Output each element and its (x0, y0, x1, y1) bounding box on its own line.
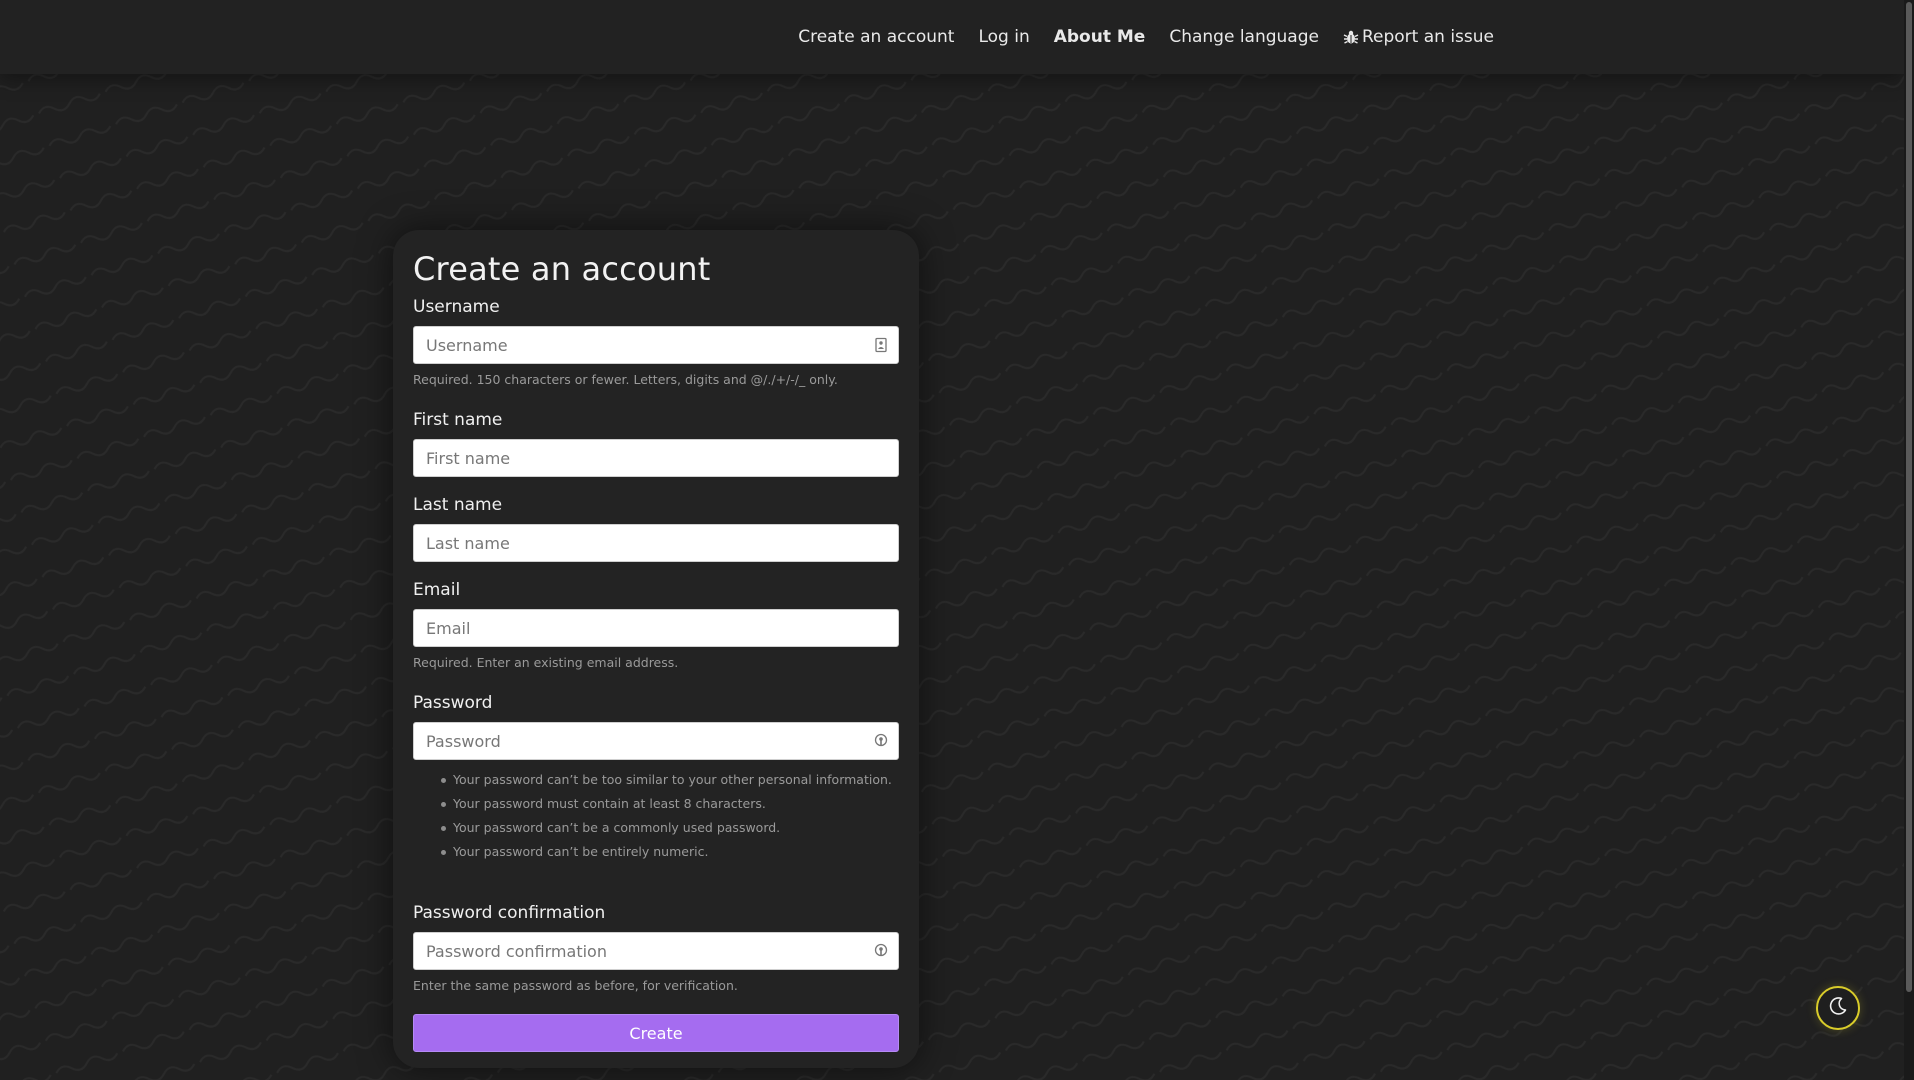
email-field-wrap (413, 609, 899, 647)
nav-report-issue-label: Report an issue (1361, 27, 1494, 47)
password-rule: Your password can’t be a commonly used p… (439, 816, 899, 840)
theme-toggle-button[interactable] (1816, 986, 1860, 1030)
page-scrollbar[interactable] (1904, 0, 1914, 1080)
username-input[interactable] (413, 326, 899, 364)
username-field-wrap (413, 326, 899, 364)
email-input[interactable] (413, 609, 899, 647)
create-button[interactable]: Create (413, 1014, 899, 1052)
last-name-field-wrap (413, 524, 899, 562)
signup-card: Create an account Username Required. 150… (393, 230, 919, 1068)
last-name-input[interactable] (413, 524, 899, 562)
first-name-input[interactable] (413, 439, 899, 477)
password-confirmation-label: Password confirmation (413, 903, 606, 923)
scrollbar-thumb[interactable] (1906, 2, 1912, 992)
bug-icon (1343, 29, 1359, 45)
page-title: Create an account (413, 250, 711, 288)
last-name-label: Last name (413, 495, 503, 515)
nav-log-in[interactable]: Log in (978, 27, 1029, 47)
background-pattern (0, 0, 1904, 1080)
password-input[interactable] (413, 722, 899, 760)
password-confirmation-field-wrap (413, 932, 899, 970)
moon-icon (1827, 995, 1849, 1021)
contact-card-icon[interactable] (873, 337, 889, 353)
first-name-label: First name (413, 410, 503, 430)
email-help: Required. Enter an existing email addres… (413, 655, 679, 670)
username-help: Required. 150 characters or fewer. Lette… (413, 372, 838, 387)
password-rule: Your password can’t be entirely numeric. (439, 840, 899, 864)
nav-create-account[interactable]: Create an account (798, 27, 954, 47)
password-manager-icon[interactable] (873, 733, 889, 749)
password-confirmation-input[interactable] (413, 932, 899, 970)
password-field-wrap (413, 722, 899, 760)
nav-about-me[interactable]: About Me (1054, 27, 1146, 47)
top-navbar: Create an account Log in About Me Change… (0, 0, 1904, 74)
password-rule: Your password can’t be too similar to yo… (439, 768, 899, 792)
nav-report-issue[interactable]: Report an issue (1343, 27, 1494, 47)
password-manager-icon[interactable] (873, 943, 889, 959)
email-label: Email (413, 580, 461, 600)
password-rules-list: Your password can’t be too similar to yo… (413, 768, 899, 864)
password-label: Password (413, 693, 493, 713)
nav-change-language[interactable]: Change language (1169, 27, 1319, 47)
password-confirmation-help: Enter the same password as before, for v… (413, 978, 738, 993)
first-name-field-wrap (413, 439, 899, 477)
password-rule: Your password must contain at least 8 ch… (439, 792, 899, 816)
main-nav: Create an account Log in About Me Change… (798, 0, 1494, 74)
username-label: Username (413, 297, 500, 317)
